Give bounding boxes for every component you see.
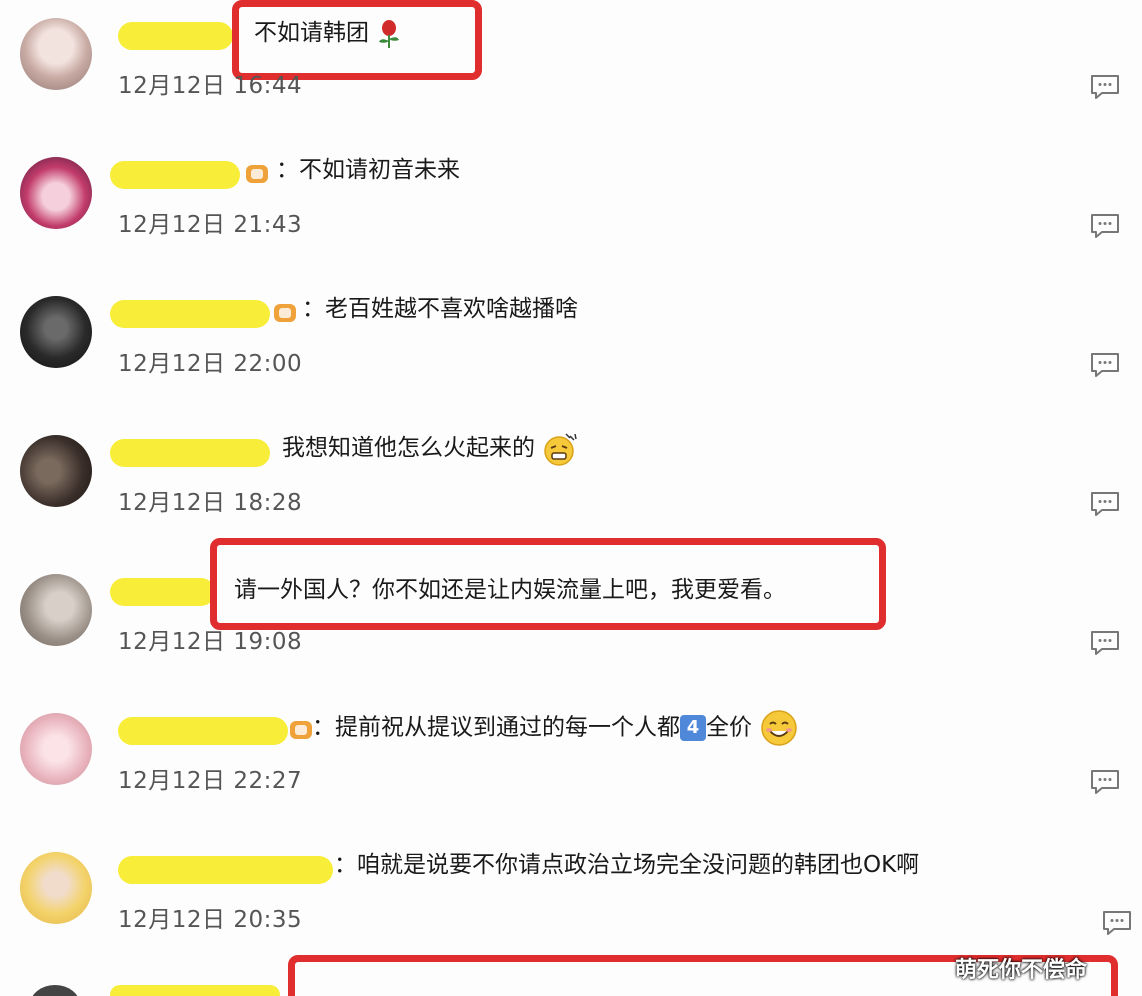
comment-text: 请一外国人？你不如还是让内娱流量上吧，我更爱看。 <box>234 573 786 607</box>
comment-text: ：提前祝从提议到通过的每一个人都 4 全价 <box>312 709 799 747</box>
avatar[interactable] <box>20 713 92 785</box>
comment-text-before: 提前祝从提议到通过的每一个人都 <box>335 714 680 741</box>
reply-icon[interactable] <box>1090 769 1120 795</box>
username-redacted[interactable] <box>110 578 215 606</box>
rose-icon <box>379 19 400 48</box>
comment-timestamp: 12月12日 20:35 <box>118 907 303 933</box>
comment-text: ：咱就是说要不你请点政治立场完全没问题的韩团也OK啊 <box>334 852 920 878</box>
reply-icon[interactable] <box>1090 630 1120 656</box>
comment-text-content: 咱就是说要不你请点政治立场完全没问题的韩团也OK啊 <box>357 852 920 878</box>
username-redacted[interactable] <box>118 22 233 50</box>
comment-timestamp: 12月12日 19:08 <box>118 629 303 655</box>
username-redacted[interactable] <box>118 856 333 884</box>
comment-item: ：提前祝从提议到通过的每一个人都 4 全价 12月12日 22:27 <box>0 695 1142 834</box>
vip-badge-icon <box>274 304 296 322</box>
avatar[interactable] <box>20 18 92 90</box>
avatar[interactable] <box>30 985 80 996</box>
watermark: 萌死你不偿命 <box>955 958 1088 983</box>
comment-timestamp: 12月12日 22:00 <box>118 351 303 377</box>
smile-emoji <box>761 710 798 746</box>
reply-icon[interactable] <box>1102 910 1132 936</box>
avatar[interactable] <box>20 157 92 229</box>
avatar[interactable] <box>20 574 92 646</box>
comment-text: ：不如请初音未来 <box>276 157 460 183</box>
comment-text: 我想知道他怎么火起来的 <box>282 431 580 466</box>
avatar[interactable] <box>20 435 92 507</box>
username-redacted[interactable] <box>110 161 240 189</box>
comment-text-content: 老百姓越不喜欢啥越播啥 <box>325 296 578 322</box>
username-redacted[interactable] <box>110 985 280 996</box>
reply-icon[interactable] <box>1090 352 1120 378</box>
number-badge: 4 <box>680 715 706 741</box>
comment-item: 不如请韩团 12月12日 16:44 <box>0 0 1142 139</box>
comment-text: 不如请韩团 <box>254 16 402 50</box>
username-redacted[interactable] <box>110 300 270 328</box>
comment-text-content: 不如请韩团 <box>254 20 369 46</box>
reply-icon[interactable] <box>1090 74 1120 100</box>
comment-text-content: 请一外国人？你不如还是让内娱流量上吧，我更爱看。 <box>234 577 786 603</box>
comment-text-content: 我想知道他怎么火起来的 <box>282 435 535 461</box>
reply-icon[interactable] <box>1090 491 1120 517</box>
comment-item: ：不如请初音未来 12月12日 21:43 <box>0 139 1142 278</box>
vip-badge-icon <box>246 165 268 183</box>
username-redacted[interactable] <box>118 717 288 745</box>
vip-badge-icon <box>290 721 312 739</box>
avatar[interactable] <box>20 852 92 924</box>
comment-timestamp: 12月12日 22:27 <box>118 768 303 794</box>
comment-item: ：老百姓越不喜欢啥越播啥 12月12日 22:00 <box>0 278 1142 417</box>
comment-timestamp: 12月12日 18:28 <box>118 490 303 516</box>
comment-text-content: 不如请初音未来 <box>299 157 460 183</box>
username-redacted[interactable] <box>110 439 270 467</box>
grimace-emoji <box>544 432 578 466</box>
avatar[interactable] <box>20 296 92 368</box>
comment-item: 我想知道他怎么火起来的 12月12日 18:28 <box>0 417 1142 556</box>
reply-icon[interactable] <box>1090 213 1120 239</box>
comment-text-after: 全价 <box>706 714 752 741</box>
comment-timestamp: 12月12日 21:43 <box>118 212 303 238</box>
comment-timestamp: 12月12日 16:44 <box>118 73 303 99</box>
comment-text: ：老百姓越不喜欢啥越播啥 <box>302 296 578 322</box>
comment-item: 请一外国人？你不如还是让内娱流量上吧，我更爱看。 12月12日 19:08 <box>0 538 1142 695</box>
